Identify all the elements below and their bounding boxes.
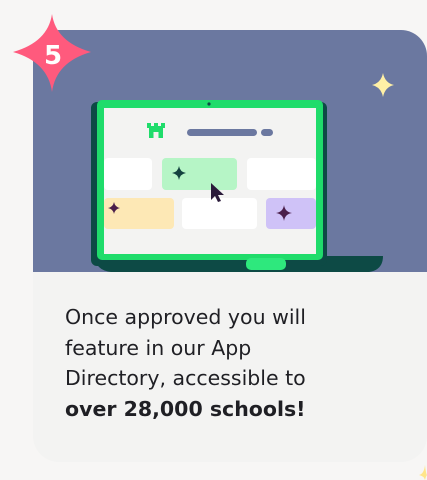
- app-tile: [266, 198, 316, 229]
- sparkle-icon: [372, 73, 394, 97]
- step-badge: 5: [5, 8, 101, 104]
- description-text: Once approved you will feature in our Ap…: [65, 302, 395, 424]
- description-line: Once approved you will: [65, 305, 306, 329]
- description-line: feature in our App: [65, 335, 252, 360]
- app-tile-highlighted: [162, 158, 237, 190]
- castle-logo-icon: [147, 123, 165, 138]
- step-number: 5: [43, 41, 63, 71]
- app-tile: [247, 158, 316, 190]
- app-tile: [104, 158, 152, 190]
- description-highlight: over 28,000 schools!: [65, 396, 306, 421]
- description-line: Directory, accessible to: [65, 366, 306, 390]
- header-pill: [187, 129, 257, 136]
- app-tile: [182, 198, 257, 229]
- app-tile: [104, 198, 174, 229]
- sparkle-icon: [419, 465, 427, 480]
